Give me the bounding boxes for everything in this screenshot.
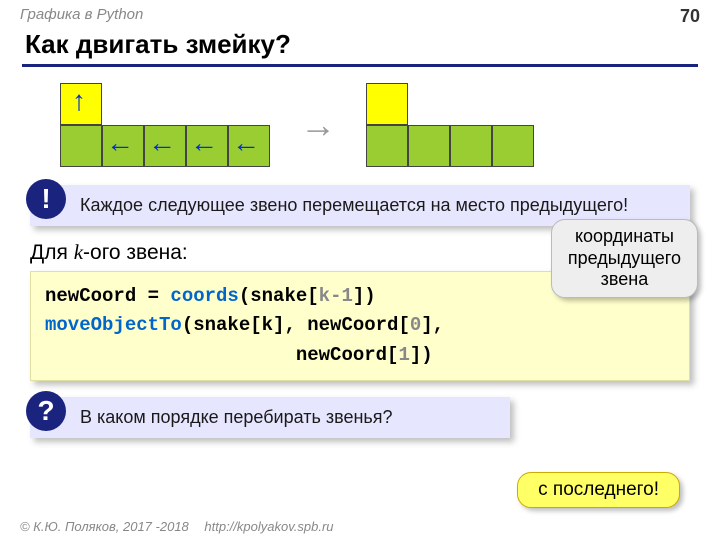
arrow-left-icon: ← <box>148 127 176 159</box>
topic: Графика в Python <box>20 6 143 27</box>
arrow-left-icon: ← <box>190 127 218 159</box>
exclamation-icon: ! <box>26 179 66 219</box>
footer: © К.Ю. Поляков, 2017 -2018 http://kpolya… <box>20 519 334 534</box>
callout-text: В каком порядке перебирать звенья? <box>30 397 510 438</box>
snake-after <box>366 83 576 167</box>
arrow-left-icon: ← <box>232 127 260 159</box>
answer-bubble: с последнего! <box>517 472 680 508</box>
note-bubble: координаты предыдущего звена <box>551 219 698 298</box>
transition-arrow-icon: → <box>300 104 336 146</box>
callout-question: ? В каком порядке перебирать звенья? <box>30 397 510 438</box>
arrow-left-icon: ← <box>106 127 134 159</box>
code-block-wrap: координаты предыдущего звена newCoord = … <box>30 271 690 381</box>
page-title: Как двигать змейку? <box>0 29 720 64</box>
diagram: ↑ ← ← ← ← → <box>0 83 720 167</box>
footer-link[interactable]: http://kpolyakov.spb.ru <box>204 519 333 534</box>
arrow-up-icon: ↑ <box>72 85 86 117</box>
snake-before: ↑ ← ← ← ← <box>60 83 270 167</box>
topbar: Графика в Python 70 <box>0 0 720 29</box>
rule <box>22 64 698 67</box>
copyright: © К.Ю. Поляков, 2017 -2018 <box>20 519 189 534</box>
page-number: 70 <box>680 6 700 27</box>
